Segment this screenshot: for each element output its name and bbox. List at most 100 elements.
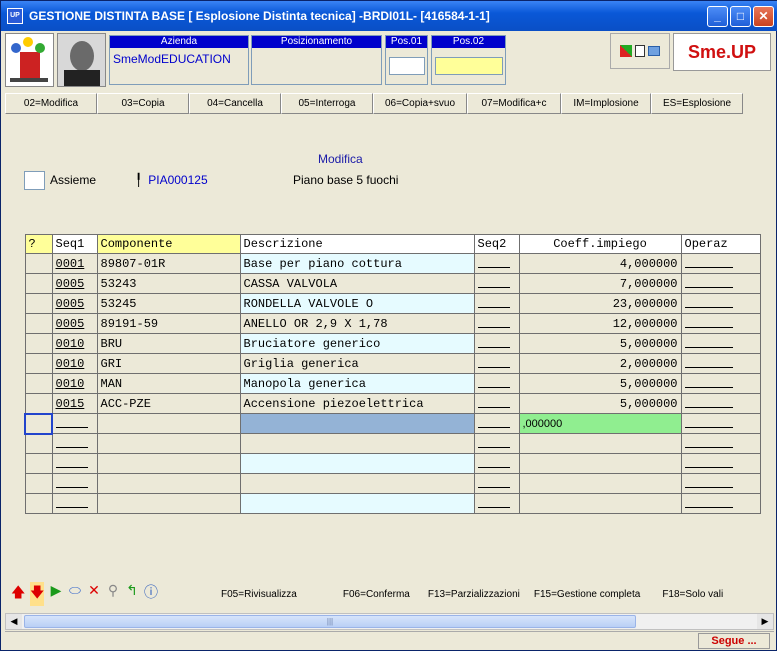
table-row[interactable]: [24, 453, 761, 474]
seq1-cell[interactable]: 0015: [51, 393, 98, 414]
select-cell[interactable]: [24, 273, 53, 294]
operaz-cell[interactable]: [680, 333, 761, 354]
select-cell[interactable]: [24, 373, 53, 394]
minimize-button[interactable]: _: [707, 6, 728, 27]
select-cell[interactable]: [24, 473, 53, 494]
esplosione-button[interactable]: ES=Esplosione: [651, 93, 743, 114]
table-row[interactable]: [24, 433, 761, 454]
seq1-cell[interactable]: [51, 433, 98, 454]
pos02-input[interactable]: [435, 57, 503, 75]
select-cell[interactable]: [24, 293, 53, 314]
coeff-cell[interactable]: ,000000: [518, 413, 682, 434]
scroll-thumb[interactable]: |||: [24, 615, 636, 628]
coeff-cell[interactable]: 12,000000: [518, 313, 682, 334]
cancella-button[interactable]: 04=Cancella: [189, 93, 281, 114]
copia-button[interactable]: 03=Copia: [97, 93, 189, 114]
seq2-cell[interactable]: [473, 473, 520, 494]
componente-cell[interactable]: 89191-59: [96, 313, 241, 334]
operaz-cell[interactable]: [680, 433, 761, 454]
select-cell[interactable]: [24, 412, 53, 435]
col-seq1[interactable]: Seq1: [51, 234, 98, 254]
seq2-cell[interactable]: [473, 373, 520, 394]
pos01-input[interactable]: [389, 57, 425, 75]
table-row[interactable]: [24, 473, 761, 494]
seq2-cell[interactable]: [473, 493, 520, 514]
col-seq2[interactable]: Seq2: [473, 234, 520, 254]
close-button[interactable]: ✕: [753, 6, 774, 27]
table-row[interactable]: 0005 89191-59 ANELLO OR 2,9 X 1,78 12,00000…: [24, 313, 761, 334]
maximize-button[interactable]: □: [730, 6, 751, 27]
seq1-cell[interactable]: [51, 473, 98, 494]
modifica-button[interactable]: 02=Modifica: [5, 93, 97, 114]
operaz-cell[interactable]: [680, 373, 761, 394]
seq2-cell[interactable]: [473, 273, 520, 294]
item-code[interactable]: ╿ PIA000125: [135, 173, 208, 187]
modifica-c-button[interactable]: 07=Modifica+c: [467, 93, 561, 114]
seq2-cell[interactable]: [473, 333, 520, 354]
select-cell[interactable]: [24, 313, 53, 334]
color-palette-icon[interactable]: [620, 45, 632, 57]
seq2-cell[interactable]: [473, 453, 520, 474]
col-coeff[interactable]: Coeff.impiego: [518, 234, 682, 254]
refresh-icon[interactable]: ↰: [125, 582, 139, 606]
segue-button[interactable]: Segue ...: [698, 633, 770, 649]
componente-cell[interactable]: [96, 413, 241, 434]
seq1-cell[interactable]: [51, 453, 98, 474]
seq2-cell[interactable]: [473, 293, 520, 314]
seq1-cell[interactable]: 0010: [51, 353, 98, 374]
scroll-right-icon[interactable]: ▶: [757, 614, 773, 629]
componente-cell[interactable]: 53245: [96, 293, 241, 314]
coeff-cell[interactable]: 2,000000: [518, 353, 682, 374]
interroga-button[interactable]: 05=Interroga: [281, 93, 373, 114]
coeff-cell[interactable]: 5,000000: [518, 393, 682, 414]
select-cell[interactable]: [24, 393, 53, 414]
f06-key[interactable]: F06=Conferma: [343, 589, 410, 600]
componente-cell[interactable]: [96, 473, 241, 494]
seq1-cell[interactable]: [51, 413, 98, 434]
col-operaz[interactable]: Operaz: [680, 234, 761, 254]
arrow-up-icon[interactable]: 🡅: [11, 582, 25, 606]
seq1-cell[interactable]: 0010: [51, 373, 98, 394]
componente-cell[interactable]: BRU: [96, 333, 241, 354]
componente-cell[interactable]: 53243: [96, 273, 241, 294]
componente-cell[interactable]: 89807-01R: [96, 253, 241, 274]
seq1-cell[interactable]: 0010: [51, 333, 98, 354]
seq1-cell[interactable]: 0005: [51, 313, 98, 334]
f13-key[interactable]: F13=Parzializzazioni: [428, 589, 520, 600]
seq1-cell[interactable]: 0001: [51, 253, 98, 274]
seq2-cell[interactable]: [473, 353, 520, 374]
componente-cell[interactable]: [96, 433, 241, 454]
componente-cell[interactable]: GRI: [96, 353, 241, 374]
select-cell[interactable]: [24, 333, 53, 354]
implosione-button[interactable]: IM=Implosione: [561, 93, 651, 114]
eraser-icon[interactable]: ⬭: [68, 582, 82, 606]
componente-cell[interactable]: [96, 493, 241, 514]
table-row[interactable]: 0005 53243 CASSA VALVOLA 7,000000: [24, 273, 761, 294]
select-cell[interactable]: [24, 433, 53, 454]
coeff-cell[interactable]: [518, 453, 682, 474]
copia-svuo-button[interactable]: 06=Copia+svuo: [373, 93, 467, 114]
table-row[interactable]: 0005 53245 RONDELLA VALVOLE O 23,000000: [24, 293, 761, 314]
select-cell[interactable]: [24, 353, 53, 374]
col-componente[interactable]: Componente: [96, 234, 241, 254]
seq1-cell[interactable]: 0005: [51, 293, 98, 314]
componente-cell[interactable]: ACC-PZE: [96, 393, 241, 414]
f05-key[interactable]: F05=Rivisualizza: [221, 589, 297, 600]
horizontal-scrollbar[interactable]: ◀ ||| ▶: [5, 613, 774, 630]
coeff-cell[interactable]: 4,000000: [518, 253, 682, 274]
seq2-cell[interactable]: [473, 433, 520, 454]
operaz-cell[interactable]: [680, 393, 761, 414]
select-cell[interactable]: [24, 493, 53, 514]
scroll-left-icon[interactable]: ◀: [6, 614, 22, 629]
componente-cell[interactable]: [96, 453, 241, 474]
delete-icon[interactable]: ✕: [87, 582, 101, 606]
operaz-cell[interactable]: [680, 413, 761, 434]
operaz-cell[interactable]: [680, 293, 761, 314]
coeff-cell[interactable]: [518, 473, 682, 494]
seq2-cell[interactable]: [473, 313, 520, 334]
search-icon[interactable]: ⚲: [106, 582, 120, 606]
table-row[interactable]: 0010 BRU Bruciatore generico 5,000000: [24, 333, 761, 354]
seq2-cell[interactable]: [473, 393, 520, 414]
arrow-down-icon[interactable]: 🡇: [30, 582, 44, 606]
operaz-cell[interactable]: [680, 313, 761, 334]
